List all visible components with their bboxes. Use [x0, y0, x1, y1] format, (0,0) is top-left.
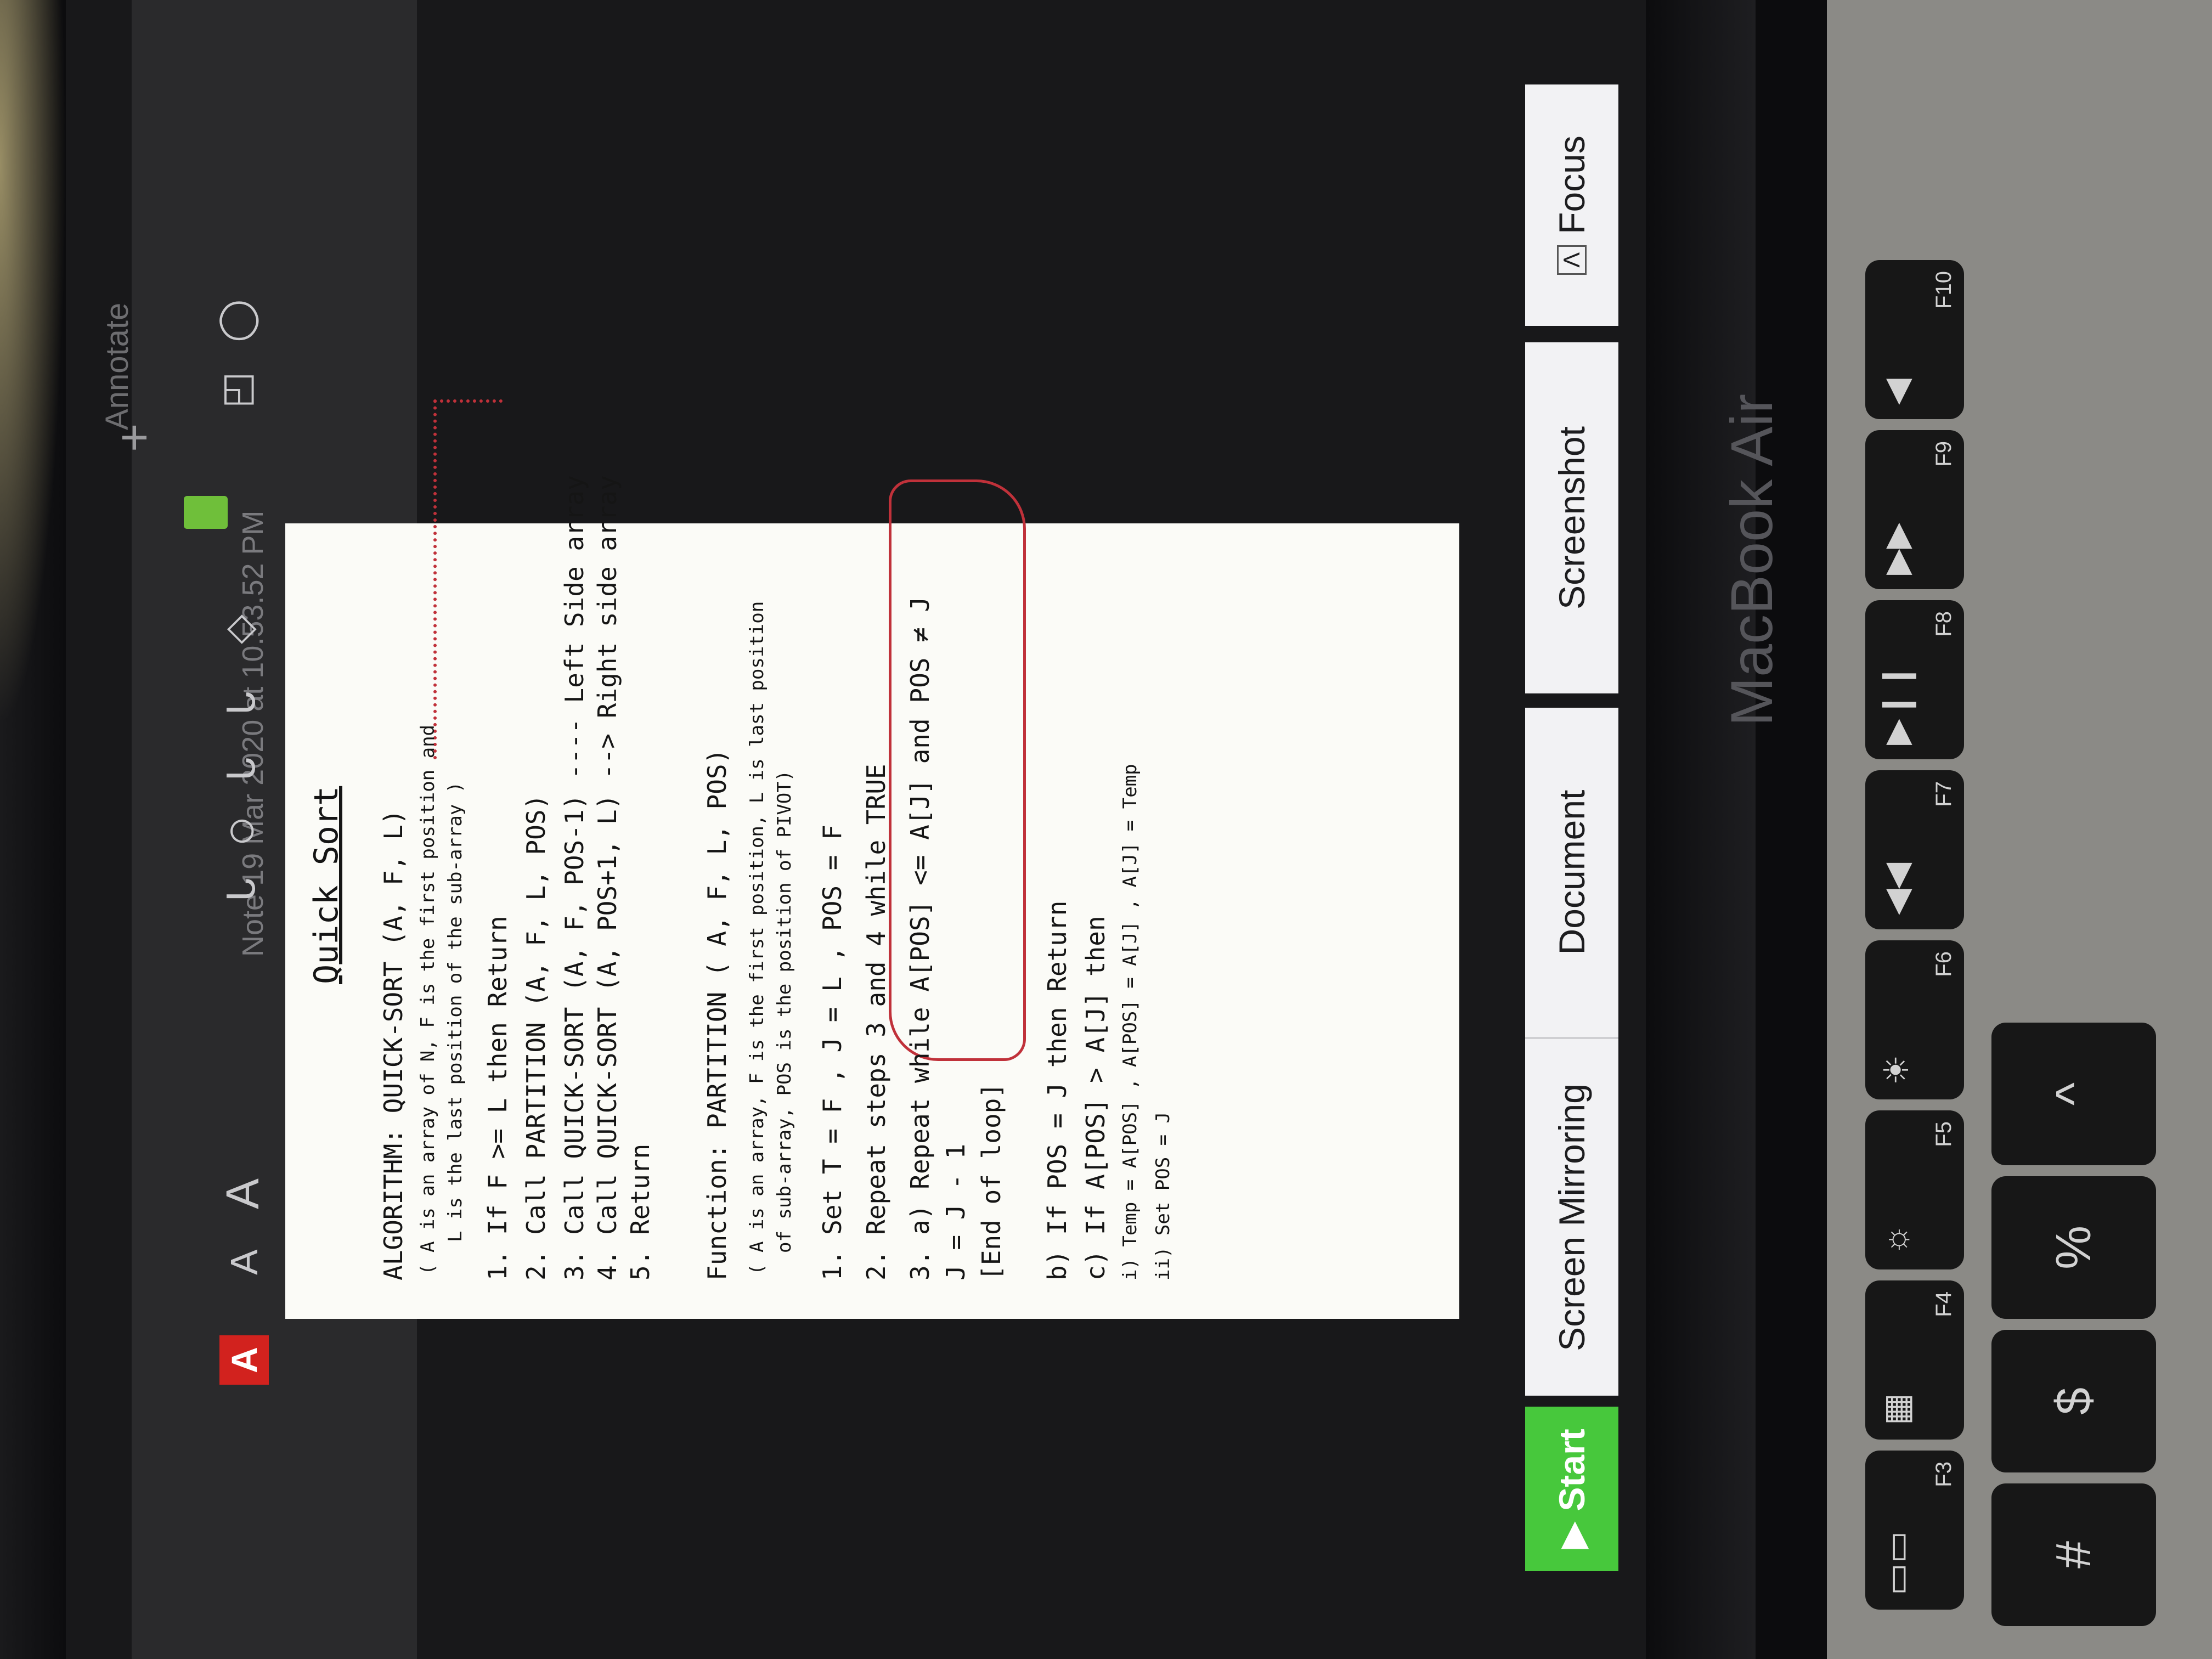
- partition-step: c) If A[POS] > A[J] then: [1081, 916, 1110, 1280]
- note-comment-icon[interactable]: [184, 496, 228, 529]
- tab-divider: [1525, 1037, 1618, 1039]
- mission-control-icon: ▭▭: [1878, 1531, 1916, 1595]
- algorithm-step: 4. Call QUICK-SORT (A, POS+1, L) --> Rig…: [592, 475, 622, 1280]
- toolbar-title: Annotate: [99, 302, 135, 430]
- lasso-tool-icon[interactable]: ◯: [215, 300, 257, 342]
- annotation-bracket: [433, 399, 503, 759]
- focus-icon: Λ: [1557, 245, 1587, 275]
- key-f6[interactable]: ☀ F6: [1865, 940, 1964, 1099]
- function-comment-2: of sub-array, POS is the position of PIV…: [774, 770, 795, 1253]
- tab-document[interactable]: Document: [1525, 708, 1618, 1037]
- algorithm-step: 2. Call PARTITION (A, F, L, POS): [521, 794, 551, 1280]
- partition-step: [End of loop]: [977, 1082, 1006, 1280]
- partition-step: J = J - 1: [941, 1143, 970, 1280]
- circle-tool-icon[interactable]: ○: [211, 815, 269, 847]
- key-caret[interactable]: ^: [1991, 1023, 2156, 1165]
- start-button[interactable]: ▶ Start: [1525, 1407, 1618, 1571]
- bottom-tab-bar: ▶ Start Screen Mirroring Document Screen…: [1525, 84, 1618, 1571]
- shapes-tool-icon[interactable]: ◰: [215, 372, 257, 408]
- algorithm-step: 3. Call QUICK-SORT (A, F, POS-1) ---- Le…: [560, 475, 589, 1280]
- add-page-icon[interactable]: +: [107, 423, 162, 452]
- key-f8[interactable]: ▶❙❙ F8: [1865, 600, 1964, 759]
- tab-screen-mirroring[interactable]: Screen Mirroring: [1525, 1039, 1618, 1396]
- rotated-content: Annotate Note 19 Mar 2020 at 10.53.52 PM…: [0, 0, 2212, 1659]
- key-f9[interactable]: ▶▶ F9: [1865, 430, 1964, 589]
- partition-step: 1. Set T = F , J = L , POS = F: [817, 825, 847, 1280]
- tab-focus[interactable]: Λ Focus: [1525, 84, 1618, 326]
- tab-screenshot[interactable]: Screenshot: [1525, 342, 1618, 693]
- play-pause-icon: ▶❙❙: [1878, 662, 1916, 745]
- algorithm-comment-2: L is the last position of the sub-array …: [444, 781, 466, 1242]
- key-f3[interactable]: ▭▭ F3: [1865, 1451, 1964, 1610]
- tab-focus-label: Focus: [1551, 136, 1592, 234]
- algorithm-header: ALGORITHM: QUICK-SORT (A, F, L): [379, 809, 408, 1280]
- algorithm-step: 5. Return: [625, 1143, 655, 1280]
- keyboard: ▭▭ F3 ▦ F4 ☼ F5 ☀ F6 ◀◀ F7 ▶❙❙ F8 ▶▶ F9 …: [1827, 0, 2212, 1659]
- note-page: Quick Sort ALGORITHM: QUICK-SORT (A, F, …: [285, 399, 1459, 1319]
- partition-step: 3. a) Repeat while A[POS] <= A[J] and PO…: [905, 596, 935, 1280]
- mute-icon: ◀: [1878, 379, 1916, 405]
- acrobat-icon[interactable]: A: [219, 1335, 269, 1385]
- partition-step: ii) Set POS = J: [1152, 1111, 1174, 1280]
- font-size-large-button[interactable]: A: [217, 1178, 268, 1209]
- pen-tool-icon[interactable]: ᒐ: [220, 878, 263, 902]
- algorithm-comment-1: ( A is an array of N, F is the first pos…: [417, 724, 439, 1275]
- partition-step: 2. Repeat steps 3 and 4 while TRUE: [861, 764, 891, 1280]
- keyboard-brightness-up-icon: ☀: [1878, 1054, 1916, 1085]
- font-size-small-button[interactable]: A: [223, 1249, 266, 1275]
- key-f10[interactable]: ◀ F10: [1865, 260, 1964, 419]
- key-f7[interactable]: ◀◀ F7: [1865, 770, 1964, 929]
- launchpad-icon: ▦: [1878, 1393, 1916, 1425]
- note-title: Quick Sort: [307, 786, 346, 984]
- photo-scene: Annotate Note 19 Mar 2020 at 10.53.52 PM…: [0, 0, 2212, 1659]
- key-hash[interactable]: #: [1991, 1483, 2156, 1626]
- partition-step: i) Temp = A[POS] , A[POS] = A[J] , A[J] …: [1119, 764, 1141, 1280]
- marker-tool-icon[interactable]: ᒐ: [220, 691, 263, 715]
- macbook-brand: MacBook Air: [1718, 393, 1785, 726]
- eraser-tool-icon[interactable]: ◇: [217, 614, 260, 644]
- keyboard-brightness-down-icon: ☼: [1877, 1224, 1915, 1255]
- key-f4[interactable]: ▦ F4: [1865, 1280, 1964, 1440]
- highlighter-tool-icon[interactable]: ᒐ: [220, 757, 263, 781]
- function-header: Function: PARTITION ( A, F, L, POS): [702, 748, 732, 1280]
- algorithm-step: 1. If F >= L then Return: [483, 916, 512, 1280]
- partition-step: b) If POS = J then Return: [1042, 900, 1072, 1280]
- key-dollar[interactable]: $: [1991, 1330, 2156, 1472]
- key-percent[interactable]: %: [1991, 1176, 2156, 1319]
- function-comment-1: ( A is an array, F is the first position…: [746, 601, 768, 1275]
- fast-forward-icon: ▶▶: [1878, 522, 1916, 575]
- rewind-icon: ◀◀: [1878, 862, 1916, 915]
- key-f5[interactable]: ☼ F5: [1865, 1110, 1964, 1269]
